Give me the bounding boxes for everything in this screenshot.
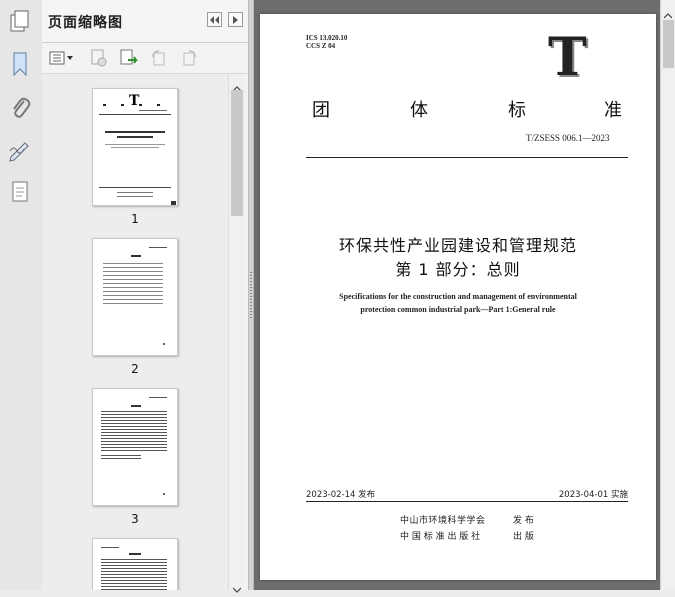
scroll-thumb[interactable] [663,20,674,68]
publisher-2: 中 国 标 准 出 版 社 [400,532,481,542]
ccs-code: CCS Z 04 [306,42,336,50]
thumb-toc [103,263,163,305]
thumbnail-panel: 页面缩略图 T 1 2 3 [42,0,248,593]
thumb-text [111,147,159,148]
rotate-right-icon[interactable] [178,48,200,68]
pages-icon[interactable] [7,8,33,36]
standard-type-char: 体 [410,100,428,121]
title-en-line1: Specifications for the construction and … [339,292,577,301]
publisher-1: 中山市环境科学学会 [400,516,486,526]
thumb-text [117,196,153,197]
thumbnail-scrollbar[interactable] [228,74,245,593]
thumb-body [101,411,167,451]
standard-number: T/ZSESS 006.1—2023 [526,133,610,143]
ics-code: ICS 13.020.10 [306,34,348,42]
header-rule [306,157,628,158]
issue-date: 2023-02-14 发布 [306,490,376,500]
thumbnail-list: T 1 2 3 [42,74,228,590]
panel-header: 页面缩略图 [42,0,248,43]
thumb-title [117,136,153,138]
signature-icon[interactable] [7,136,33,164]
thumb-heading [131,405,141,407]
navigation-rail [0,0,43,590]
thumb-text [149,247,167,248]
collapse-panel-button[interactable] [207,12,222,27]
panel-title: 页面缩略图 [48,15,123,31]
page-thumbnail-1[interactable]: T [92,88,178,206]
panel-toolbar [42,43,248,74]
standard-logo: T [548,27,587,88]
thumb-line [139,110,167,111]
rotate-left-icon[interactable] [148,48,170,68]
splitter-grip [250,272,252,318]
thumb-heading [129,553,141,555]
thumb-text [101,547,119,548]
thumb-logo: T [129,93,140,109]
title-en-line2: protection common industrial park—Part 1… [360,305,556,314]
expand-panel-button[interactable] [228,12,243,27]
thumb-page-number [163,493,165,495]
scroll-thumb[interactable] [231,90,243,216]
page-thumbnail-4[interactable] [92,538,178,590]
thumb-body [101,455,141,461]
bookmark-icon[interactable] [7,50,33,78]
thumb-rule [99,187,171,188]
insert-page-icon[interactable] [118,48,140,68]
thumb-text [117,192,153,193]
standard-type-char: 准 [604,100,622,121]
title-cn-line1: 环保共性产业园建设和管理规范 [338,236,577,255]
title-cn-line2: 第 1 部分：总则 [395,260,521,279]
page-thumbnail-2[interactable] [92,238,178,356]
thumb-page-number [163,343,165,345]
thumbnail-label: 2 [131,362,139,376]
thumbnail-label: 3 [131,512,139,526]
thumb-heading [131,255,141,257]
publisher-1-action: 发 布 [513,516,534,526]
layers-icon[interactable] [7,178,33,206]
thumb-body [101,559,167,590]
thumb-text [105,144,165,145]
thumb-title [105,131,165,133]
page-thumbnail-3[interactable] [92,388,178,506]
thumb-text [149,397,167,398]
thumb-rule [99,114,171,115]
document-view: ICS 13.020.10 CCS Z 04 T 团 体 标 准 T/ZSESS… [254,0,660,590]
thumb-heading [103,104,167,106]
footer-rule [306,501,628,502]
attachment-icon[interactable] [7,94,33,122]
thumbnail-label: 1 [131,212,139,226]
delete-page-icon[interactable] [88,48,110,68]
implement-date: 2023-04-01 实施 [558,490,628,500]
standard-type-char: 标 [508,100,526,121]
document-page: ICS 13.020.10 CCS Z 04 T 团 体 标 准 T/ZSESS… [260,14,656,580]
publisher-2-action: 出 版 [513,532,534,542]
standard-type-char: 团 [312,100,330,121]
scroll-down-icon[interactable] [232,578,242,597]
document-scrollbar[interactable] [660,0,675,590]
thumb-mark [171,201,176,205]
thumbnail-options-icon[interactable] [48,48,76,68]
